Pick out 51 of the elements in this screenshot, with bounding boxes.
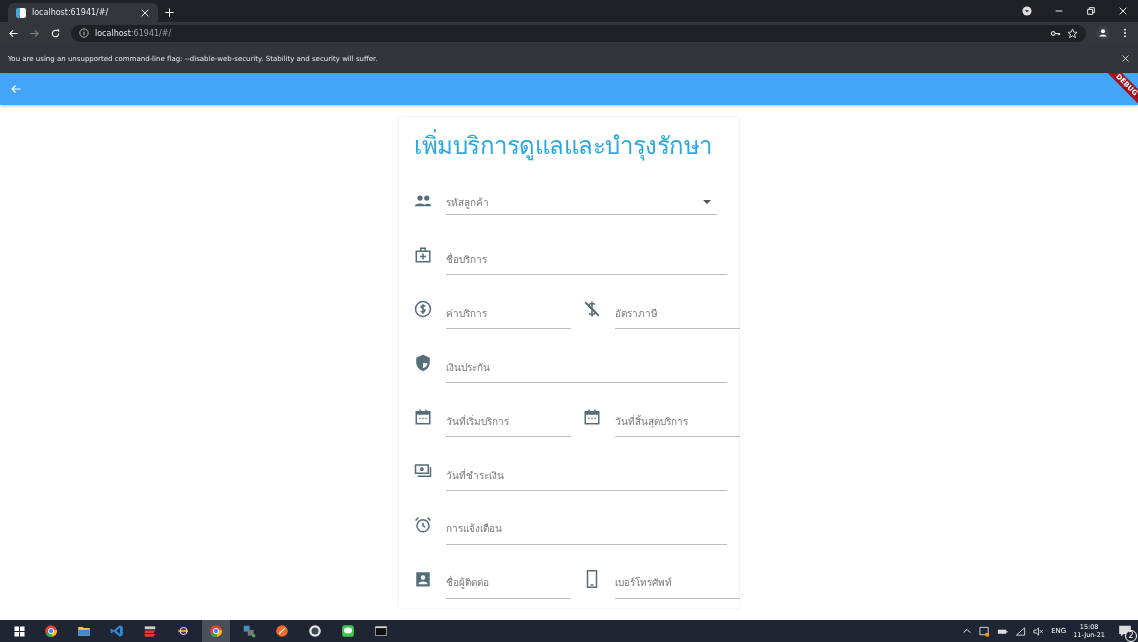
- tab-title: localhost:61941/#/: [32, 8, 110, 17]
- page-title: เพิ่มบริการดูแลและบำรุงรักษา: [414, 127, 727, 177]
- contact-card-icon: [414, 569, 432, 588]
- calendar-icon: [583, 408, 601, 426]
- slashed-circle-app-icon[interactable]: [275, 624, 289, 638]
- input-field[interactable]: ชื่อผู้ติดต่อ: [446, 567, 571, 599]
- reload-icon[interactable]: [50, 27, 61, 39]
- network-app-icon[interactable]: [242, 624, 256, 638]
- account-icon[interactable]: [1096, 26, 1110, 40]
- info-icon: [79, 28, 89, 38]
- input-field[interactable]: วันที่สิ้นสุดบริการ: [615, 406, 740, 437]
- code-editor-icon[interactable]: [110, 624, 124, 638]
- dollar-circle-icon: [414, 300, 432, 319]
- back-icon[interactable]: [8, 27, 19, 39]
- new-tab-icon[interactable]: [164, 7, 175, 18]
- input-field[interactable]: เงินประกัน: [446, 352, 727, 384]
- speaker-muted-icon[interactable]: [1033, 625, 1045, 637]
- terminal-icon[interactable]: [374, 624, 388, 638]
- browser-icon[interactable]: [44, 624, 58, 638]
- folder-icon[interactable]: [77, 624, 91, 638]
- browser-tab[interactable]: localhost:61941/#/: [8, 3, 158, 22]
- layered-app-icon[interactable]: [143, 624, 157, 638]
- chat-app-icon[interactable]: [341, 624, 355, 638]
- favicon-icon: [16, 7, 26, 18]
- close-icon[interactable]: [1121, 54, 1130, 63]
- star-icon[interactable]: [1067, 27, 1078, 39]
- round-app-icon[interactable]: [308, 624, 322, 638]
- input-field[interactable]: ค่าบริการ: [446, 298, 571, 330]
- notification-count: 2: [1125, 630, 1137, 642]
- chevron-up-icon[interactable]: [962, 626, 973, 636]
- no-money-icon: [583, 300, 601, 319]
- restore-icon[interactable]: [1086, 6, 1096, 16]
- input-field[interactable]: เบอร์โทรศัพท์: [615, 567, 740, 599]
- url-text: localhost:61941/#/: [95, 28, 172, 38]
- input-field[interactable]: วันที่เริ่มบริการ: [446, 406, 571, 437]
- address-field[interactable]: localhost:61941/#/: [71, 24, 1086, 42]
- input-field[interactable]: การแจ้งเตือน: [446, 514, 727, 545]
- medical-kit-icon: [414, 246, 432, 265]
- dropdown-field[interactable]: รหัสลูกค้า: [446, 190, 717, 216]
- banknote-icon: [414, 462, 432, 480]
- forward-icon[interactable]: [29, 27, 40, 39]
- shield-icon: [414, 354, 432, 373]
- input-field[interactable]: วันที่ชำระเงิน: [446, 460, 727, 491]
- input-field[interactable]: อัตราภาษี: [615, 298, 740, 330]
- calendar-icon: [414, 408, 432, 426]
- app-tray-icon[interactable]: [979, 625, 991, 637]
- input-field[interactable]: ชื่อบริการ: [446, 244, 727, 276]
- alarm-clock-icon: [414, 516, 432, 534]
- profile-menu-icon[interactable]: [1022, 6, 1032, 16]
- browser-icon[interactable]: [209, 624, 223, 638]
- windows-start-icon[interactable]: [14, 625, 25, 637]
